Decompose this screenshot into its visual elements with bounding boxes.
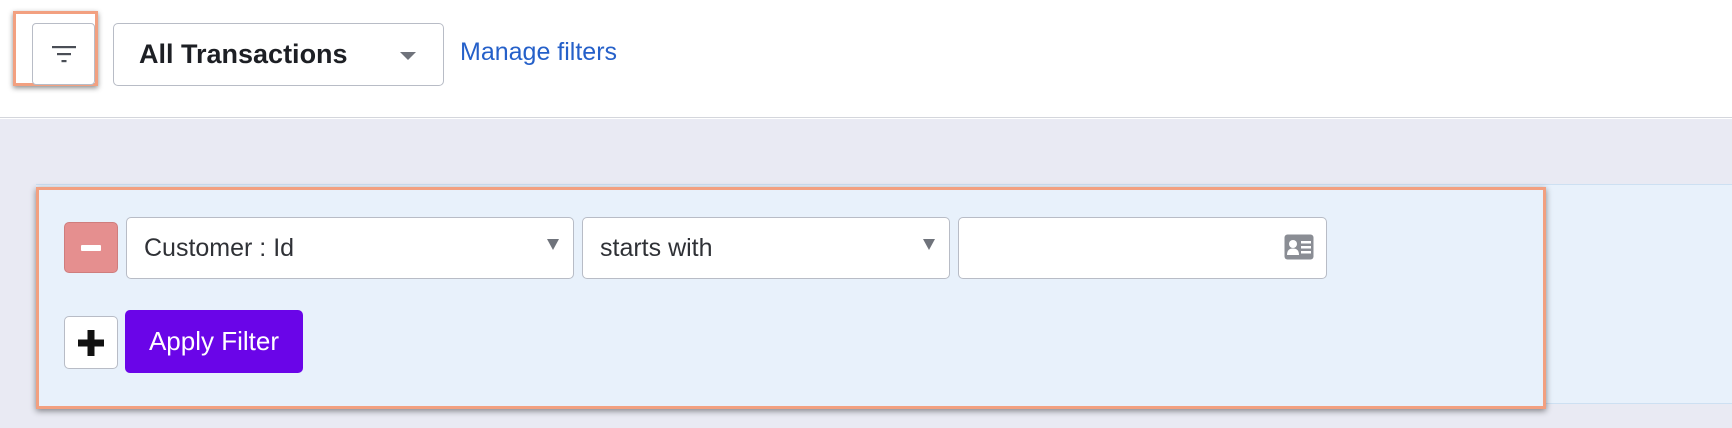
remove-filter-button[interactable]: [64, 222, 118, 273]
filter-lines-icon: [51, 46, 76, 63]
add-filter-button[interactable]: [64, 316, 118, 369]
filter-field-value: Customer : Id: [144, 233, 295, 262]
minus-icon: [81, 244, 101, 251]
saved-view-select[interactable]: All Transactions: [113, 23, 444, 86]
page: All Transactions Manage filters Customer…: [0, 0, 1732, 428]
filter-value-field[interactable]: [958, 217, 1327, 279]
filter-toggle-button[interactable]: [32, 23, 95, 85]
manage-filters-link[interactable]: Manage filters: [460, 38, 617, 67]
chevron-down-icon: [923, 239, 935, 250]
plus-icon: [78, 329, 104, 356]
filter-operator-value: starts with: [600, 233, 713, 262]
saved-view-label: All Transactions: [139, 39, 348, 69]
chevron-down-icon: [547, 239, 559, 250]
filter-field-select[interactable]: Customer : Id: [126, 217, 574, 279]
apply-filter-button[interactable]: Apply Filter: [125, 310, 303, 373]
filter-operator-select[interactable]: starts with: [582, 217, 950, 279]
chevron-down-icon: [400, 52, 416, 60]
filter-value-input[interactable]: [959, 218, 1259, 276]
id-card-icon: [1284, 234, 1314, 260]
filter-toolbar: All Transactions Manage filters: [0, 0, 1732, 118]
